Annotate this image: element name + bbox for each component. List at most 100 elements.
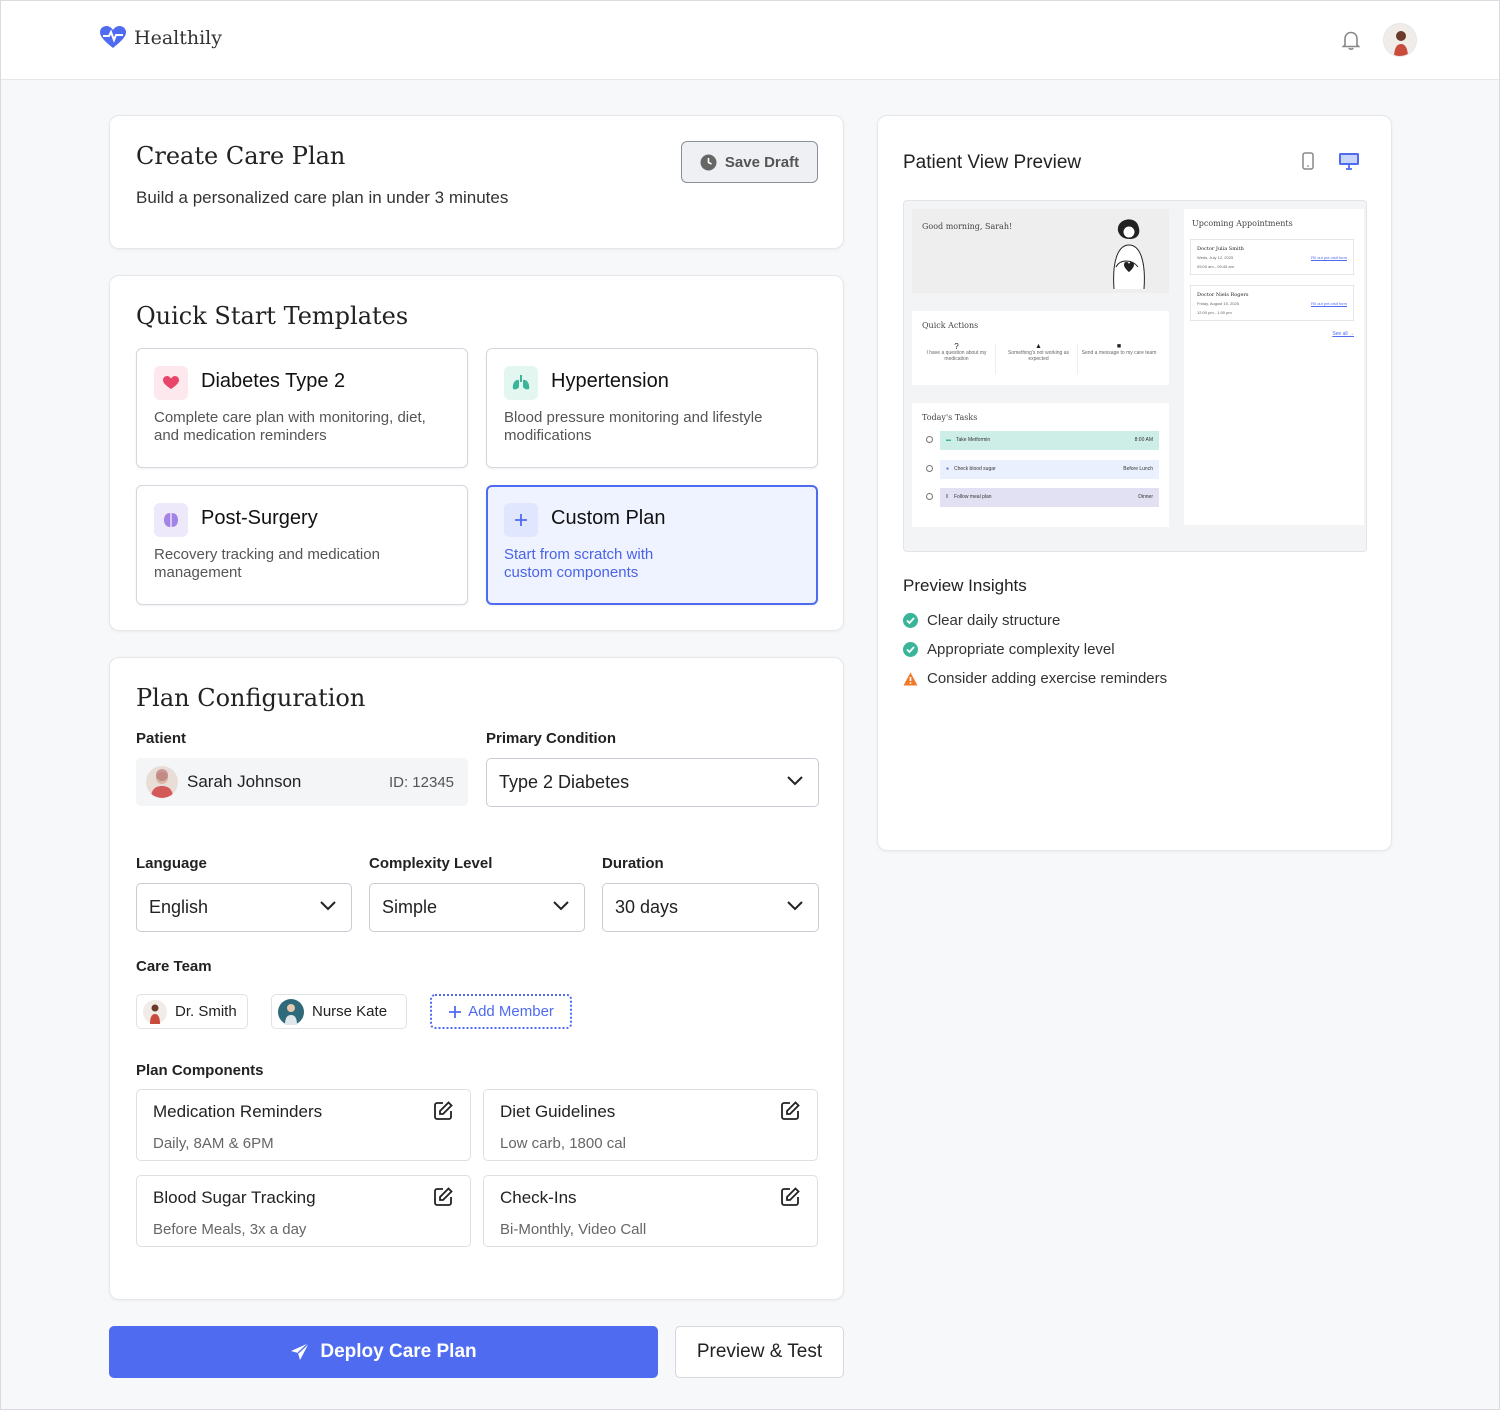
patient-id: ID: 12345 <box>388 774 454 791</box>
clock-icon <box>700 154 717 170</box>
brand-logo[interactable]: Healthily <box>100 26 222 50</box>
condition-label: Primary Condition <box>486 730 617 747</box>
task-when: 8:00 AM <box>1134 437 1153 443</box>
check-circle-icon <box>903 642 918 657</box>
preview-tasks: Today's Tasks ▬ Take Metformin 8:00 AM ●… <box>912 403 1169 527</box>
appointment-date: Friday, August 15, 2025 <box>1197 301 1239 306</box>
configuration-heading: Plan Configuration <box>136 684 366 712</box>
team-member-chip[interactable]: Dr. Smith <box>136 994 248 1029</box>
preview-screen: Good morning, Sarah! Quick Actions ? I ha… <box>903 200 1367 552</box>
template-name: Diabetes Type 2 <box>201 370 346 392</box>
preview-quick-action: ▲ Something's not working as expected <box>1000 343 1078 374</box>
language-value: English <box>149 897 209 917</box>
condition-value: Type 2 Diabetes <box>499 772 630 792</box>
lungs-icon <box>504 366 538 400</box>
complexity-label: Complexity Level <box>369 855 493 872</box>
edit-icon[interactable] <box>779 1186 801 1208</box>
component-title: Diet Guidelines <box>500 1102 616 1121</box>
task-checkbox <box>926 465 933 472</box>
insight-text: Clear daily structure <box>927 612 1061 629</box>
edit-icon[interactable] <box>432 1100 454 1122</box>
preview-quick-action-label: Send a message to my care team <box>1081 350 1157 356</box>
template-name: Post-Surgery <box>201 507 318 529</box>
doctor-avatar <box>143 999 167 1024</box>
insight-item: Consider adding exercise reminders <box>903 670 1167 687</box>
component-card[interactable]: Diet Guidelines Low carb, 1800 cal <box>483 1089 818 1161</box>
brand-name: Healthily <box>134 27 222 49</box>
task-checkbox <box>926 493 933 500</box>
template-desc: Complete care plan with monitoring, diet… <box>154 409 426 444</box>
duration-value: 30 days <box>615 897 679 917</box>
preview-quick-action-label: Something's not working as expected <box>1008 350 1069 362</box>
preview-quick-actions: Quick Actions ? I have a question about m… <box>912 311 1169 385</box>
component-card[interactable]: Blood Sugar Tracking Before Meals, 3x a … <box>136 1175 471 1247</box>
task-name: Follow meal plan <box>954 494 992 500</box>
component-card[interactable]: Medication Reminders Daily, 8AM & 6PM <box>136 1089 471 1161</box>
chevron-down-icon <box>553 901 569 911</box>
team-member-chip[interactable]: Nurse Kate <box>271 994 407 1029</box>
save-draft-label: Save Draft <box>724 153 800 171</box>
preview-appointments-title: Upcoming Appointments <box>1192 219 1293 228</box>
edit-icon[interactable] <box>432 1186 454 1208</box>
desktop-icon[interactable] <box>1338 152 1360 170</box>
preview-task-row: ▬ Take Metformin 8:00 AM <box>940 431 1159 450</box>
preview-quick-actions-title: Quick Actions <box>922 321 979 330</box>
template-name: Hypertension <box>551 370 669 392</box>
duration-select[interactable]: 30 days <box>602 883 819 932</box>
page-subtitle: Build a personalized care plan in under … <box>136 188 509 207</box>
component-title: Medication Reminders <box>153 1102 323 1121</box>
top-bar: Healthily <box>1 1 1499 80</box>
template-name: Custom Plan <box>551 507 666 529</box>
bell-icon[interactable] <box>1340 29 1362 51</box>
condition-select[interactable]: Type 2 Diabetes <box>486 758 819 807</box>
component-detail: Daily, 8AM & 6PM <box>153 1135 274 1152</box>
appointment-date: Weds, July 12, 2025 <box>1197 255 1234 260</box>
appointment-doctor: Doctor Niels Rogers <box>1197 292 1249 298</box>
user-avatar[interactable] <box>1383 23 1417 57</box>
user-avatar-image <box>1394 31 1408 56</box>
complexity-value: Simple <box>382 897 438 917</box>
patient-field[interactable]: Sarah Johnson ID: 12345 <box>136 758 468 806</box>
language-select[interactable]: English <box>136 883 352 932</box>
template-desc: Blood pressure monitoring and lifestyle … <box>504 409 763 444</box>
template-post-surgery[interactable]: Post-Surgery Recovery tracking and medic… <box>136 485 468 605</box>
component-card[interactable]: Check-Ins Bi-Monthly, Video Call <box>483 1175 818 1247</box>
woman-illustration <box>1113 219 1145 289</box>
add-member-button[interactable]: Add Member <box>430 994 572 1029</box>
patient-label: Patient <box>136 730 187 747</box>
mobile-icon[interactable] <box>1301 152 1315 170</box>
save-draft-button[interactable]: Save Draft <box>681 141 818 183</box>
preview-appointment: Doctor Niels Rogers Friday, August 15, 2… <box>1190 285 1354 321</box>
appointment-link: Fill out pre-visit form <box>1310 255 1347 260</box>
preview-test-button[interactable]: Preview & Test <box>675 1326 844 1378</box>
chevron-down-icon <box>787 776 803 786</box>
insight-item: Appropriate complexity level <box>903 641 1115 658</box>
template-diabetes[interactable]: Diabetes Type 2 Complete care plan with … <box>136 348 468 468</box>
heart-pulse-icon <box>100 26 126 48</box>
preview-quick-action: ? I have a question about my medication <box>918 343 996 374</box>
complexity-select[interactable]: Simple <box>369 883 585 932</box>
preview-appointment: Doctor Julia Smith Weds, July 12, 2025 0… <box>1190 239 1354 275</box>
edit-icon[interactable] <box>779 1100 801 1122</box>
task-when: Before Lunch <box>1123 466 1153 472</box>
paper-plane-icon <box>291 1342 310 1360</box>
preview-task-row: ‖ Follow meal plan Dinner <box>940 488 1159 507</box>
appointment-doctor: Doctor Julia Smith <box>1197 246 1244 252</box>
patient-name: Sarah Johnson <box>187 772 302 791</box>
patient-avatar <box>146 766 178 798</box>
template-hypertension[interactable]: Hypertension Blood pressure monitoring a… <box>486 348 818 468</box>
care-team-label: Care Team <box>136 958 212 975</box>
task-name: Take Metformin <box>956 437 991 443</box>
task-when: Dinner <box>1138 494 1153 500</box>
insight-text: Consider adding exercise reminders <box>927 670 1168 687</box>
warning-icon <box>903 672 918 685</box>
component-detail: Before Meals, 3x a day <box>153 1221 307 1238</box>
appointment-time: 09:00 am - 09:45 am <box>1197 264 1234 269</box>
deploy-button[interactable]: Deploy Care Plan <box>109 1326 658 1378</box>
template-custom[interactable]: Custom Plan Start from scratch with cust… <box>486 485 818 605</box>
insights-title: Preview Insights <box>903 576 1027 595</box>
add-member-label: Add Member <box>468 1003 554 1020</box>
team-member-name: Dr. Smith <box>175 1003 237 1020</box>
component-title: Blood Sugar Tracking <box>153 1188 316 1207</box>
components-label: Plan Components <box>136 1062 264 1079</box>
